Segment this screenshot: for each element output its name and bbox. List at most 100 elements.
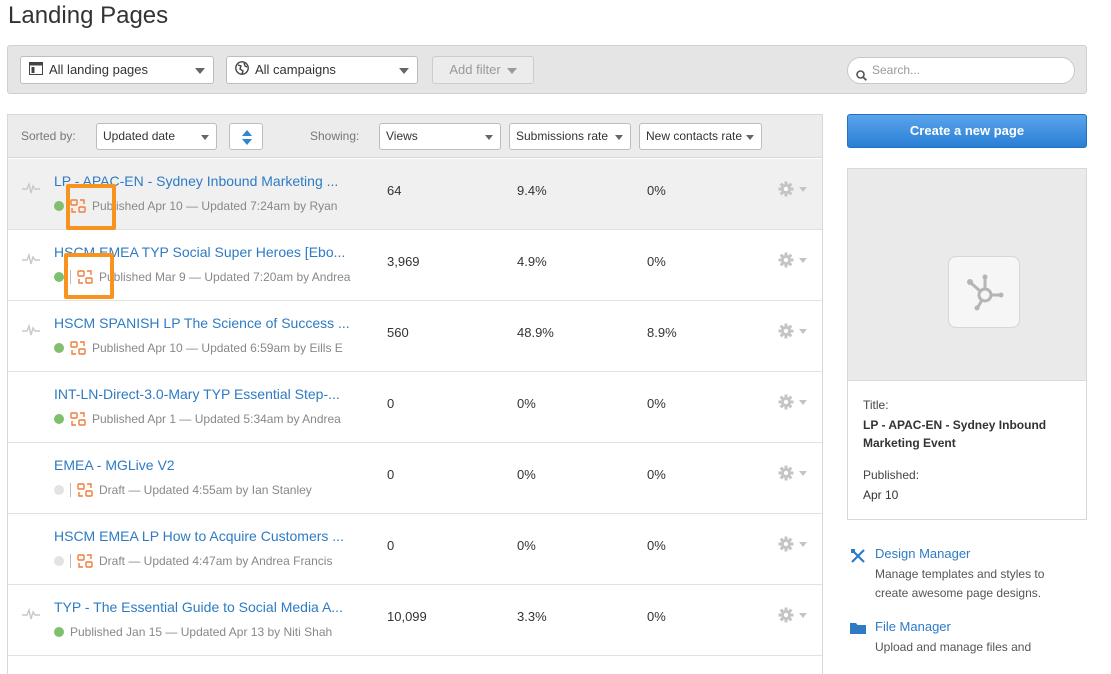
divider xyxy=(70,554,71,568)
views-value: 64 xyxy=(387,183,402,198)
chevron-down-icon xyxy=(485,135,493,140)
page-meta-text: Published Apr 10 — Updated 7:24am by Rya… xyxy=(92,199,338,213)
gear-icon[interactable] xyxy=(778,323,810,344)
page-meta-text: Published Jan 15 — Updated Apr 13 by Nit… xyxy=(70,625,333,639)
design-manager-title[interactable]: Design Manager xyxy=(875,546,970,561)
chevron-down-icon xyxy=(399,68,409,74)
table-row[interactable]: INT-LN-Direct-3.0-Mary TYP Essential Ste… xyxy=(8,372,822,443)
submissions-rate-value: 0% xyxy=(517,538,536,553)
activity-icon xyxy=(22,181,40,200)
add-filter-label: Add filter xyxy=(449,62,501,77)
page-meta-text: Published Apr 1 — Updated 5:34am by Andr… xyxy=(92,412,341,426)
ab-test-icon[interactable] xyxy=(70,412,86,428)
file-manager-title[interactable]: File Manager xyxy=(875,619,951,634)
design-manager-link[interactable]: Design Manager Manage templates and styl… xyxy=(850,546,1090,606)
design-manager-description: Manage templates and styles to create aw… xyxy=(875,567,1045,600)
gear-icon[interactable] xyxy=(778,536,810,557)
campaigns-dropdown[interactable]: All campaigns xyxy=(226,56,418,84)
gear-icon[interactable] xyxy=(778,252,810,273)
contacts-rate-value: 0% xyxy=(647,538,666,553)
design-manager-icon xyxy=(850,548,866,569)
gear-icon[interactable] xyxy=(778,607,810,628)
column-contacts-dropdown[interactable]: New contacts rate xyxy=(639,123,762,150)
status-dot xyxy=(54,414,64,424)
column-views-dropdown[interactable]: Views xyxy=(379,123,501,150)
page-name-link[interactable]: INT-LN-Direct-3.0-Mary TYP Essential Ste… xyxy=(54,386,364,402)
page-meta: Draft — Updated 4:55am by Ian Stanley xyxy=(54,483,360,499)
preview-published-value: Apr 10 xyxy=(863,488,899,502)
highlight-box xyxy=(66,184,116,230)
search-placeholder: Search... xyxy=(872,63,921,77)
search-input[interactable]: Search... xyxy=(847,57,1075,84)
filter-bar: All landing pages All campaigns Add filt… xyxy=(7,45,1087,94)
sort-field-dropdown[interactable]: Updated date xyxy=(96,123,217,150)
views-value: 0 xyxy=(387,396,395,411)
page-preview-panel: Title: LP - APAC-EN - Sydney Inbound Mar… xyxy=(847,168,1087,520)
preview-title-value: LP - APAC-EN - Sydney Inbound Marketing … xyxy=(863,418,1047,450)
table-row[interactable]: HSCM EMEA LP How to Acquire Customers ..… xyxy=(8,514,822,585)
page-meta: Published Apr 1 — Updated 5:34am by Andr… xyxy=(54,412,360,428)
page-name-link[interactable]: EMEA - MGLive V2 xyxy=(54,457,364,473)
divider xyxy=(70,483,71,497)
column-submissions-dropdown[interactable]: Submissions rate xyxy=(509,123,631,150)
table-row[interactable]: HSCM SPANISH LP The Science of Success .… xyxy=(8,301,822,372)
sort-up-icon xyxy=(242,130,252,136)
status-dot xyxy=(54,201,64,211)
add-filter-button[interactable]: Add filter xyxy=(432,56,534,84)
contacts-rate-value: 0% xyxy=(647,396,666,411)
sorted-by-label: Sorted by: xyxy=(21,129,76,143)
sort-down-icon xyxy=(242,139,252,145)
page-meta-text: Draft — Updated 4:47am by Andrea Francis xyxy=(99,554,333,568)
table-row[interactable]: LP - APAC-EN - Sydney Inbound Marketing … xyxy=(8,159,822,230)
contacts-rate-value: 0% xyxy=(647,467,666,482)
contacts-rate-value: 0% xyxy=(647,254,666,269)
views-value: 0 xyxy=(387,467,395,482)
submissions-rate-value: 0% xyxy=(517,396,536,411)
rows-container: LP - APAC-EN - Sydney Inbound Marketing … xyxy=(8,159,822,656)
ab-test-icon[interactable] xyxy=(70,341,86,357)
landing-pages-dropdown-label: All landing pages xyxy=(49,62,149,77)
sort-direction-button[interactable] xyxy=(229,123,263,150)
create-page-button[interactable]: Create a new page xyxy=(847,114,1087,148)
status-dot xyxy=(54,485,64,495)
search-icon xyxy=(856,65,867,90)
ab-test-icon[interactable] xyxy=(77,554,93,570)
contacts-rate-value: 0% xyxy=(647,609,666,624)
gear-icon[interactable] xyxy=(778,465,810,486)
status-dot xyxy=(54,627,64,637)
chevron-down-icon xyxy=(506,67,517,74)
chevron-down-icon xyxy=(615,135,623,140)
submissions-rate-value: 3.3% xyxy=(517,609,547,624)
page-meta: Draft — Updated 4:47am by Andrea Francis xyxy=(54,554,360,570)
hubspot-logo-icon xyxy=(948,256,1020,328)
activity-icon xyxy=(22,323,40,342)
gear-icon[interactable] xyxy=(778,394,810,415)
folder-icon xyxy=(850,621,866,640)
page-meta-text: Published Apr 10 — Updated 6:59am by Eil… xyxy=(92,341,343,355)
status-dot xyxy=(54,272,64,282)
campaigns-dropdown-label: All campaigns xyxy=(255,62,336,77)
preview-title-label: Title: xyxy=(863,398,889,412)
landing-pages-dropdown[interactable]: All landing pages xyxy=(20,56,214,84)
page-meta-text: Published Mar 9 — Updated 7:20am by Andr… xyxy=(99,270,351,284)
table-row[interactable]: TYP - The Essential Guide to Social Medi… xyxy=(8,585,822,656)
preview-thumbnail xyxy=(848,169,1086,381)
column-submissions-label: Submissions rate xyxy=(516,129,609,143)
file-manager-link[interactable]: File Manager Upload and manage files and xyxy=(850,619,1090,656)
table-row[interactable]: HSCM EMEA TYP Social Super Heroes [Ebo..… xyxy=(8,230,822,301)
status-dot xyxy=(54,343,64,353)
highlight-box xyxy=(64,253,114,299)
gear-icon[interactable] xyxy=(778,181,810,202)
views-value: 3,969 xyxy=(387,254,420,269)
list-header: Sorted by: Updated date Showing: Views S… xyxy=(8,115,822,158)
page-name-link[interactable]: TYP - The Essential Guide to Social Medi… xyxy=(54,599,364,615)
table-row[interactable]: EMEA - MGLive V2 Draft — Updated 4:55am b… xyxy=(8,443,822,514)
submissions-rate-value: 48.9% xyxy=(517,325,554,340)
ab-test-icon[interactable] xyxy=(77,483,93,499)
page-name-link[interactable]: HSCM SPANISH LP The Science of Success .… xyxy=(54,315,364,331)
views-value: 10,099 xyxy=(387,609,427,624)
page-name-link[interactable]: HSCM EMEA LP How to Acquire Customers ..… xyxy=(54,528,364,544)
column-views-label: Views xyxy=(386,129,418,143)
views-value: 560 xyxy=(387,325,409,340)
page-layout-icon xyxy=(29,58,43,84)
